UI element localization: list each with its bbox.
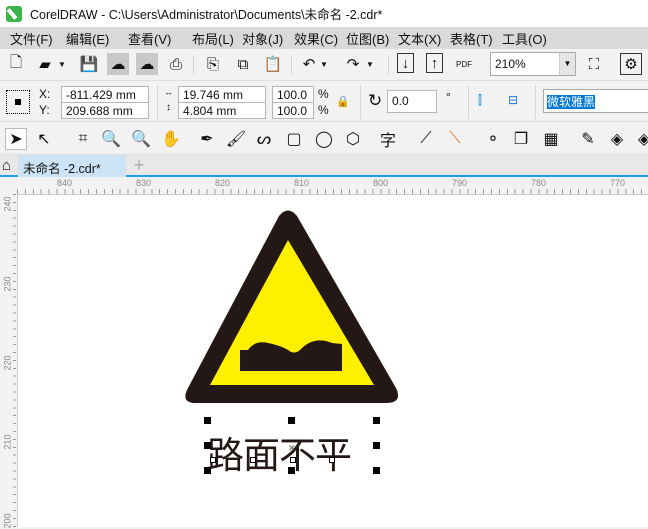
char-node[interactable]: [210, 457, 216, 463]
selection-handle[interactable]: [373, 442, 380, 449]
selection-handle[interactable]: [204, 442, 211, 449]
sign-text[interactable]: 路面不平: [207, 425, 352, 479]
selection-handle[interactable]: [288, 417, 295, 424]
selection-handle[interactable]: [204, 417, 211, 424]
selection-handle[interactable]: [288, 467, 295, 474]
center-marker-icon: ✕: [288, 443, 296, 453]
selection-handle[interactable]: [204, 467, 211, 474]
char-node[interactable]: [290, 457, 296, 463]
char-node[interactable]: [329, 457, 335, 463]
char-node[interactable]: [250, 457, 256, 463]
selection-handle[interactable]: [373, 417, 380, 424]
selection-handle[interactable]: [373, 467, 380, 474]
